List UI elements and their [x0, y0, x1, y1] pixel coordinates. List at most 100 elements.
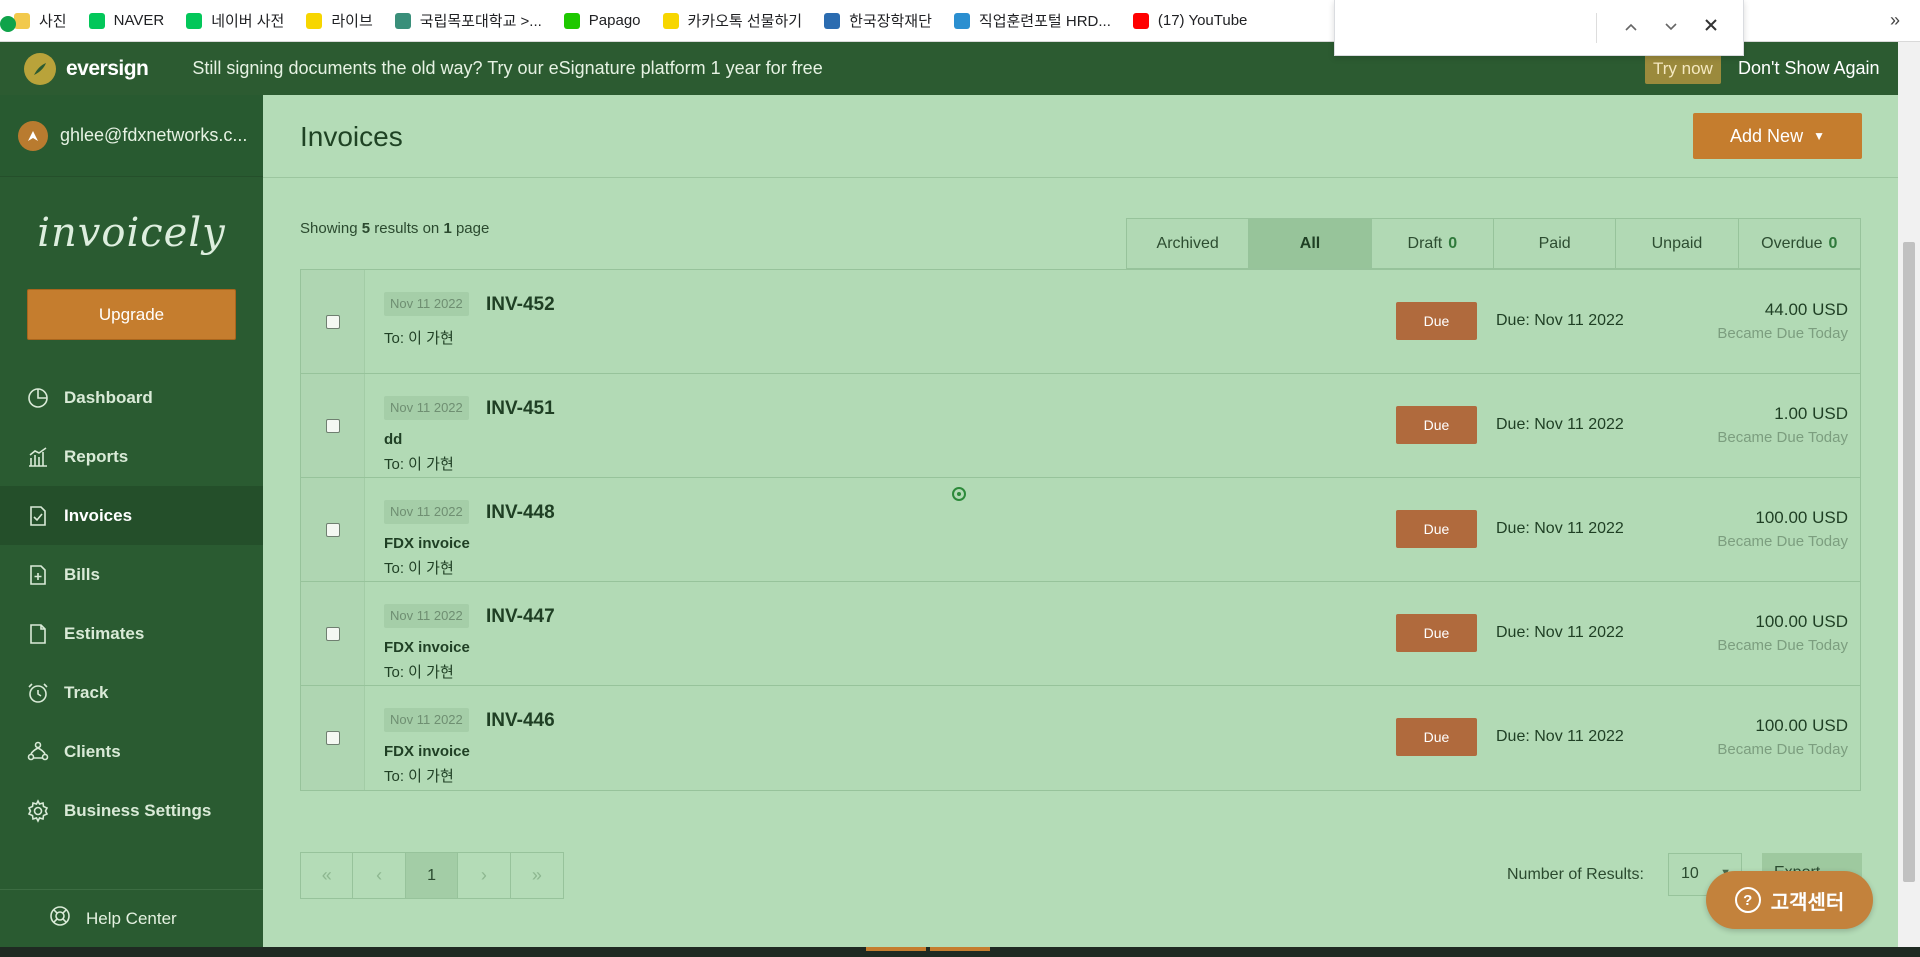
prev-page-button[interactable]: ‹ — [353, 853, 406, 898]
try-now-button[interactable]: Try now — [1645, 54, 1721, 84]
sidebar-item-label: Reports — [64, 446, 129, 466]
filter-label: Archived — [1156, 234, 1219, 252]
table-row[interactable]: Nov 11 2022 INV-447 FDX invoice To: 이 가현… — [301, 582, 1860, 686]
tab-archived[interactable]: Archived — [1127, 219, 1250, 268]
due-date: Due: Nov 11 2022 — [1496, 624, 1624, 641]
close-icon[interactable] — [1691, 18, 1731, 37]
first-page-button[interactable]: « — [301, 853, 354, 898]
page-scrollbar[interactable] — [1898, 42, 1920, 947]
tab-overdue[interactable]: Overdue 0 — [1739, 219, 1860, 268]
sidebar-item-label: Dashboard — [64, 387, 153, 407]
tab-draft[interactable]: Draft 0 — [1372, 219, 1494, 268]
taskbar — [0, 947, 1920, 957]
sidebar-item-estimates[interactable]: Estimates — [0, 604, 263, 663]
bookmark-label: 네이버 사전 — [211, 13, 285, 30]
invoice-number-link[interactable]: INV-447 — [486, 606, 555, 628]
page-title: Invoices — [300, 121, 403, 152]
add-new-label: Add New — [1730, 125, 1804, 146]
row-checkbox[interactable] — [325, 522, 340, 537]
youtube-icon — [1132, 12, 1149, 29]
invoice-number-link[interactable]: INV-446 — [486, 710, 555, 732]
bookmark-label: Papago — [588, 12, 641, 29]
invoice-number-link[interactable]: INV-451 — [486, 398, 555, 420]
bookmark-item[interactable]: (17) YouTube — [1132, 12, 1248, 29]
row-select-cell — [301, 582, 365, 685]
page-1-button[interactable]: 1 — [405, 853, 459, 898]
row-checkbox[interactable] — [325, 418, 340, 433]
bookmark-item[interactable]: 라이브 — [306, 10, 373, 31]
due-date: Due: Nov 11 2022 — [1496, 312, 1624, 329]
bookmark-item[interactable]: 사진 — [14, 10, 67, 31]
bookmark-item[interactable]: 직업훈련포털 HRD... — [953, 10, 1111, 31]
bookmark-item[interactable]: 네이버 사전 — [186, 10, 284, 31]
filter-count: 0 — [1828, 234, 1838, 252]
summary-prefix: Showing — [300, 220, 358, 237]
scrollbar-thumb[interactable] — [1903, 242, 1915, 882]
bookmark-item[interactable]: 국립목포대학교 >... — [394, 10, 542, 31]
help-center-link[interactable]: Help Center — [0, 889, 263, 947]
last-page-button[interactable]: » — [511, 853, 563, 898]
estimate-document-icon — [26, 622, 50, 646]
filter-label: Draft — [1407, 234, 1443, 252]
sidebar-item-clients[interactable]: Clients — [0, 722, 263, 781]
sidebar-item-reports[interactable]: Reports — [0, 427, 263, 486]
bookmark-item[interactable]: Papago — [563, 12, 641, 29]
bookmark-label: (17) YouTube — [1157, 12, 1248, 29]
table-row[interactable]: Nov 11 2022 INV-448 FDX invoice To: 이 가현… — [301, 478, 1860, 582]
invoice-table: Nov 11 2022 INV-452 To: 이 가현 Due Due: No… — [300, 269, 1861, 791]
invoice-number-link[interactable]: INV-448 — [486, 502, 555, 524]
app-status-icon — [0, 16, 16, 32]
sidebar-item-dashboard[interactable]: Dashboard — [0, 368, 263, 427]
sidebar-item-business-settings[interactable]: Business Settings — [0, 781, 263, 840]
table-row[interactable]: Nov 11 2022 INV-451 dd To: 이 가현 Due Due:… — [301, 374, 1860, 478]
chevron-down-icon[interactable] — [1651, 19, 1691, 37]
invoice-recipient: To: 이 가현 — [384, 560, 454, 577]
invoice-document-icon — [26, 504, 50, 528]
find-divider — [1596, 12, 1597, 43]
due-date: Due: Nov 11 2022 — [1496, 728, 1624, 745]
summary-count: 5 — [361, 220, 371, 237]
lifebuoy-icon — [48, 904, 72, 933]
summary-middle: results on — [374, 220, 440, 237]
sidebar-item-invoices[interactable]: Invoices — [0, 486, 263, 545]
invoice-description: FDX invoice — [384, 535, 470, 552]
tab-all[interactable]: All — [1249, 219, 1372, 268]
bookmark-item[interactable]: 카카오톡 선물하기 — [662, 10, 802, 31]
help-center-label: Help Center — [86, 908, 177, 928]
summary-pages: 1 — [443, 220, 452, 237]
invoicely-logo[interactable]: invoicely — [0, 177, 263, 289]
bookmark-item[interactable]: 한국장학재단 — [824, 10, 932, 31]
tab-unpaid[interactable]: Unpaid — [1616, 219, 1739, 268]
find-input[interactable] — [1347, 13, 1582, 43]
taskbar-active-app[interactable] — [930, 947, 990, 951]
university-icon — [394, 12, 411, 29]
invoice-number-link[interactable]: INV-452 — [486, 294, 555, 316]
user-email: ghlee@fdxnetworks.c... — [60, 125, 248, 145]
row-checkbox[interactable] — [325, 314, 340, 329]
add-new-button[interactable]: Add New ▼ — [1693, 113, 1862, 159]
taskbar-active-app[interactable] — [866, 947, 926, 951]
chevron-up-icon[interactable] — [1611, 19, 1651, 37]
upgrade-button[interactable]: Upgrade — [27, 289, 236, 340]
hrd-icon — [953, 12, 970, 29]
table-row[interactable]: Nov 11 2022 INV-446 FDX invoice To: 이 가현… — [301, 686, 1860, 790]
bookmark-item[interactable]: NAVER — [88, 12, 164, 29]
row-checkbox[interactable] — [325, 731, 340, 745]
invoice-amount: 44.00 USD — [1764, 300, 1848, 319]
invoice-cell: Nov 11 2022 INV-446 FDX invoice To: 이 가현… — [365, 686, 1860, 790]
tab-paid[interactable]: Paid — [1494, 219, 1617, 268]
invoice-date: Nov 11 2022 — [384, 500, 469, 524]
sidebar-item-bills[interactable]: Bills — [0, 545, 263, 604]
user-account[interactable]: ghlee@fdxnetworks.c... — [0, 95, 263, 177]
next-page-button[interactable]: › — [458, 853, 511, 898]
sidebar-item-track[interactable]: Track — [0, 663, 263, 722]
folder-icon — [14, 12, 30, 29]
table-row[interactable]: Nov 11 2022 INV-452 To: 이 가현 Due Due: No… — [301, 270, 1860, 374]
row-select-cell — [301, 478, 365, 581]
eversign-logo[interactable]: eversign — [24, 52, 149, 85]
filter-label: All — [1299, 234, 1321, 252]
dont-show-again-link[interactable]: Don't Show Again — [1738, 58, 1880, 79]
customer-center-button[interactable]: ? 고객센터 — [1706, 871, 1873, 929]
row-checkbox[interactable] — [325, 626, 340, 641]
bookmarks-overflow-button[interactable]: » — [1890, 10, 1900, 31]
